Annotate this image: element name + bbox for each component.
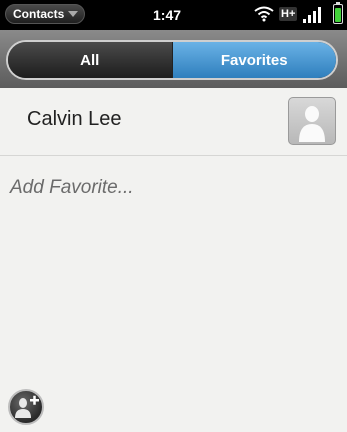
favorites-list: Calvin Lee Add Favorite... (0, 88, 347, 432)
app-menu-button[interactable]: Contacts (5, 4, 86, 24)
tab-favorites[interactable]: Favorites (171, 42, 336, 78)
tab-header: All Favorites (0, 30, 347, 88)
add-contact-button[interactable] (8, 389, 44, 425)
battery-level-fill (335, 8, 341, 22)
contact-name: Calvin Lee (27, 108, 122, 130)
list-item[interactable]: Calvin Lee (0, 88, 347, 156)
status-bar: Contacts 1:47 H+ (0, 0, 347, 30)
app-menu-label: Contacts (13, 7, 65, 21)
segmented-control: All Favorites (6, 40, 338, 80)
tab-all[interactable]: All (8, 42, 172, 78)
person-silhouette-icon (288, 97, 336, 145)
caret-down-icon (68, 11, 79, 17)
add-favorite-button[interactable]: Add Favorite... (10, 177, 134, 199)
tab-all-label: All (80, 51, 100, 69)
network-type-label: H+ (279, 7, 298, 21)
signal-bars-icon (303, 5, 321, 23)
tab-favorites-label: Favorites (220, 51, 288, 69)
wifi-icon (254, 6, 274, 22)
battery-icon (333, 2, 343, 24)
phone-screen: Contacts 1:47 H+ All Favorites Calvin Le… (0, 0, 347, 432)
status-time: 1:47 (153, 7, 182, 23)
add-person-icon (15, 395, 39, 418)
